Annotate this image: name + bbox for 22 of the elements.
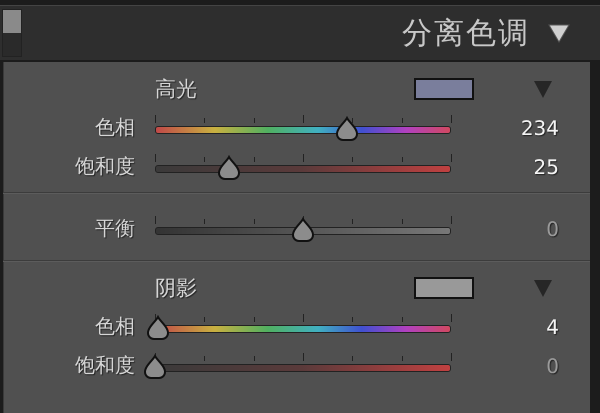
- section-heading: 阴影: [155, 275, 197, 302]
- slider-thumb[interactable]: [146, 314, 170, 340]
- slider-label: 色相: [94, 313, 135, 340]
- collapse-icon[interactable]: [548, 23, 570, 43]
- toggle-switch[interactable]: [2, 9, 22, 57]
- slider-thumb[interactable]: [335, 116, 360, 142]
- slider-value: 0: [545, 354, 559, 378]
- color-swatch[interactable]: [414, 277, 474, 299]
- section-heading: 高光: [155, 76, 197, 103]
- slider-label: 色相: [94, 114, 135, 141]
- slider-thumb[interactable]: [217, 154, 241, 180]
- slider-thumb[interactable]: [143, 354, 167, 380]
- panel-title: 分离色调: [402, 14, 530, 52]
- slider-value: 0: [545, 216, 559, 240]
- slider-label: 饱和度: [74, 352, 135, 379]
- slider-value: 25: [532, 154, 559, 178]
- color-swatch[interactable]: [414, 78, 474, 100]
- slider-thumb[interactable]: [291, 216, 315, 242]
- slider-label: 平衡: [94, 215, 135, 242]
- slider-value: 4: [545, 314, 559, 338]
- slider-label: 饱和度: [74, 153, 135, 180]
- slider-value: 234: [520, 116, 559, 140]
